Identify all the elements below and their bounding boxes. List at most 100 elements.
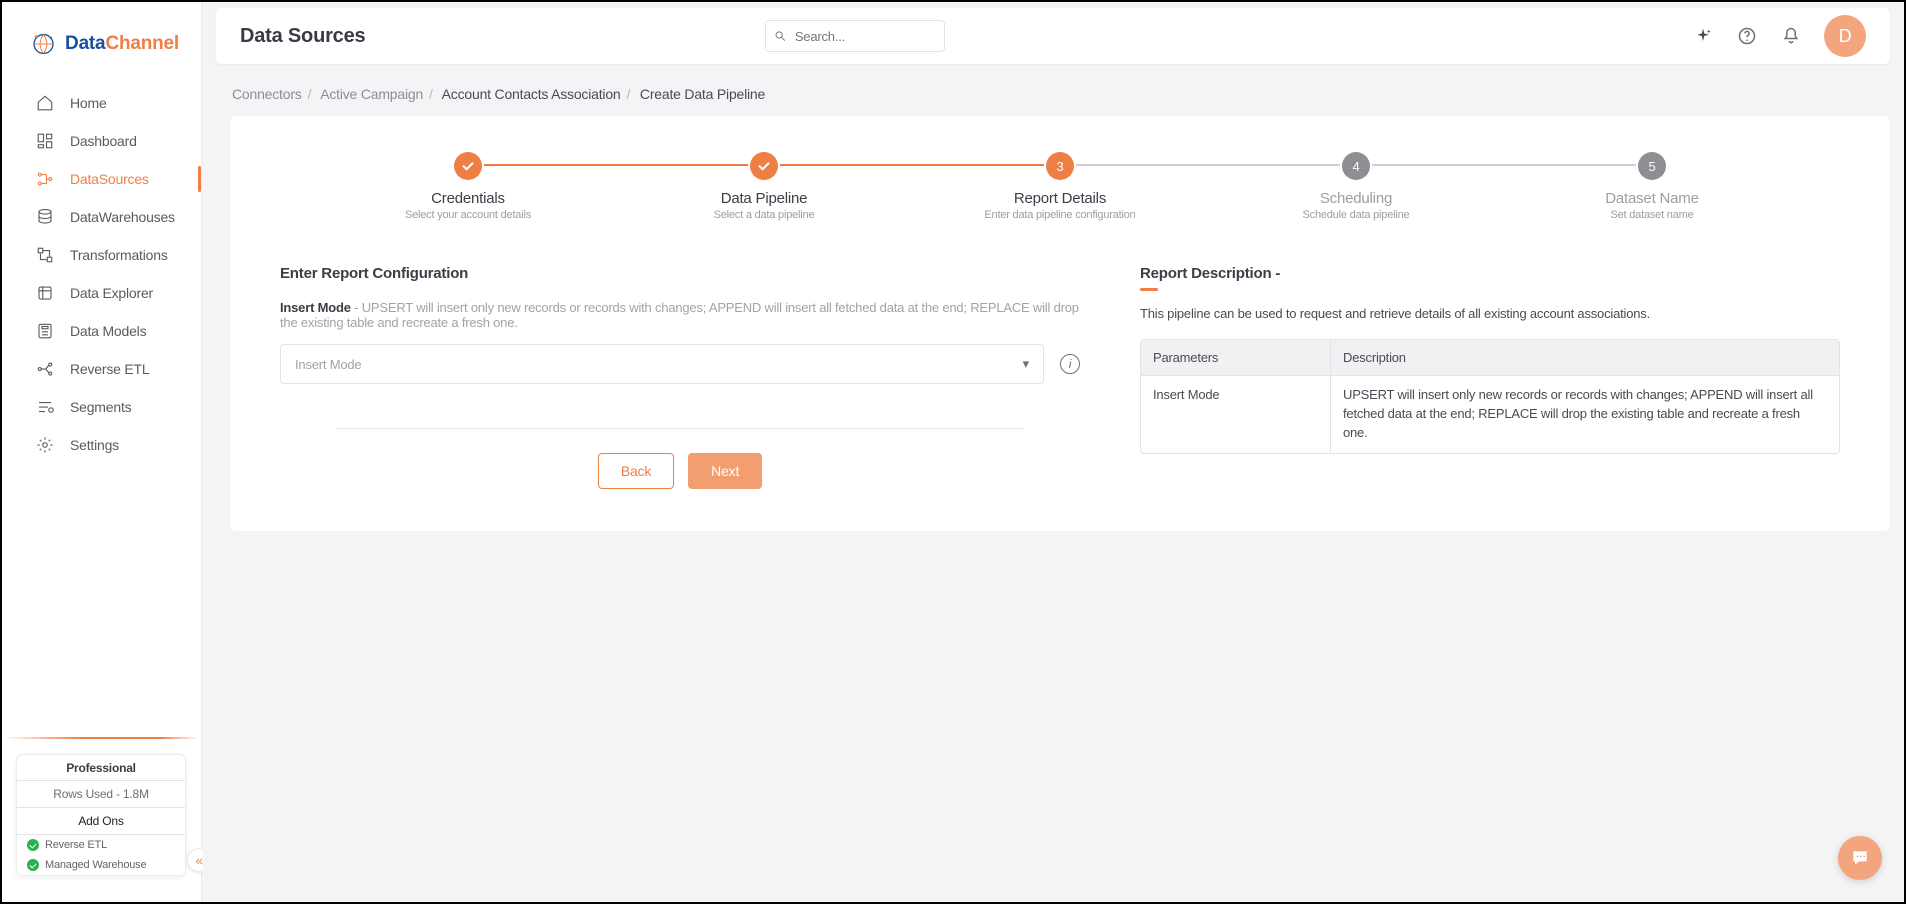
sidebar-item-datawarehouses[interactable]: DataWarehouses — [2, 198, 201, 236]
sidebar-nav: Home Dashboard DataSources DataWarehouse… — [2, 78, 201, 470]
plan-title: Professional — [17, 755, 185, 781]
breadcrumb: Connectors/ Active Campaign/ Account Con… — [202, 64, 1904, 116]
step-bubble: 3 — [1046, 152, 1074, 180]
datasources-icon — [36, 170, 54, 188]
plan-card: Professional Rows Used - 1.8M Add Ons Re… — [16, 754, 186, 876]
step-title: Credentials — [320, 190, 616, 207]
gear-icon — [36, 436, 54, 454]
bell-icon[interactable] — [1780, 25, 1802, 47]
avatar[interactable]: D — [1824, 15, 1866, 57]
description-text: This pipeline can be used to request and… — [1140, 305, 1840, 323]
sidebar-item-transformations[interactable]: Transformations — [2, 236, 201, 274]
sidebar-item-dashboard[interactable]: Dashboard — [2, 122, 201, 160]
sidebar-item-home[interactable]: Home — [2, 84, 201, 122]
sidebar-item-label: Settings — [70, 437, 119, 453]
step-dataset-name[interactable]: 5 Dataset Name Set dataset name — [1504, 152, 1800, 221]
content-card: Credentials Select your account details … — [230, 116, 1890, 531]
chat-icon — [1850, 848, 1870, 868]
step-scheduling[interactable]: 4 Scheduling Schedule data pipeline — [1208, 152, 1504, 221]
help-icon[interactable] — [1736, 25, 1758, 47]
field-label-name: Insert Mode — [280, 300, 351, 315]
check-icon — [27, 859, 39, 871]
content-columns: Enter Report Configuration Insert Mode -… — [280, 265, 1840, 489]
brand-text: DataChannel — [65, 33, 179, 55]
crumb[interactable]: Connectors — [232, 86, 302, 102]
insert-mode-select[interactable]: Insert Mode ▾ — [280, 344, 1044, 384]
crumb[interactable]: Account Contacts Association — [442, 86, 621, 102]
topbar: Data Sources D — [216, 8, 1890, 64]
step-sub: Schedule data pipeline — [1208, 209, 1504, 221]
step-title: Scheduling — [1208, 190, 1504, 207]
main-area: Data Sources D Connectors/ Active Campai… — [202, 2, 1904, 902]
plan-addons-label[interactable]: Add Ons — [17, 808, 185, 835]
sidebar-item-datasources[interactable]: DataSources — [2, 160, 201, 198]
sidebar-item-label: Segments — [70, 399, 131, 415]
step-data-pipeline[interactable]: Data Pipeline Select a data pipeline — [616, 152, 912, 221]
brand-logo[interactable]: DataChannel — [2, 2, 201, 78]
sidebar-item-label: Data Explorer — [70, 285, 153, 301]
plan-rows-used[interactable]: Rows Used - 1.8M — [17, 781, 185, 808]
stepper: Credentials Select your account details … — [320, 152, 1800, 221]
select-placeholder: Insert Mode — [295, 357, 361, 372]
transformations-icon — [36, 246, 54, 264]
step-sub: Select your account details — [320, 209, 616, 221]
table-header-row: Parameters Description — [1141, 340, 1839, 376]
sidebar-item-reverseetl[interactable]: Reverse ETL — [2, 350, 201, 388]
ai-sparkle-icon[interactable] — [1692, 25, 1714, 47]
step-sub: Enter data pipeline configuration — [912, 209, 1208, 221]
step-report-details[interactable]: 3 Report Details Enter data pipeline con… — [912, 152, 1208, 221]
field-label-hint: - UPSERT will insert only new records or… — [280, 300, 1079, 330]
topbar-icons: D — [1692, 15, 1866, 57]
select-row: Insert Mode ▾ i — [280, 344, 1080, 384]
table-cell: Insert Mode — [1141, 376, 1331, 453]
globe-icon — [30, 30, 57, 58]
sidebar-item-label: DataWarehouses — [70, 209, 175, 225]
search-box[interactable] — [765, 20, 945, 52]
table-cell: UPSERT will insert only new records or r… — [1331, 376, 1839, 453]
crumb-current: Create Data Pipeline — [640, 86, 765, 102]
step-title: Data Pipeline — [616, 190, 912, 207]
next-button[interactable]: Next — [688, 453, 762, 489]
warehouse-icon — [36, 208, 54, 226]
step-bubble: 4 — [1342, 152, 1370, 180]
sidebar-item-label: Data Models — [70, 323, 146, 339]
step-credentials[interactable]: Credentials Select your account details — [320, 152, 616, 221]
step-title: Dataset Name — [1504, 190, 1800, 207]
parameters-table: Parameters Description Insert Mode UPSER… — [1140, 339, 1840, 454]
description-heading: Report Description - — [1140, 265, 1840, 282]
sidebar-item-segments[interactable]: Segments — [2, 388, 201, 426]
sidebar-item-settings[interactable]: Settings — [2, 426, 201, 464]
sidebar-item-dataexplorer[interactable]: Data Explorer — [2, 274, 201, 312]
sidebar-item-label: Home — [70, 95, 107, 111]
crumb[interactable]: Active Campaign — [320, 86, 423, 102]
step-sub: Set dataset name — [1504, 209, 1800, 221]
step-title: Report Details — [912, 190, 1208, 207]
explorer-icon — [36, 284, 54, 302]
chevron-down-icon: ▾ — [1023, 356, 1029, 372]
table-header: Description — [1331, 340, 1839, 376]
check-icon — [27, 839, 39, 851]
plan-addon: Managed Warehouse — [17, 855, 185, 875]
back-button[interactable]: Back — [598, 453, 674, 489]
sidebar-item-label: DataSources — [70, 171, 149, 187]
info-icon[interactable]: i — [1060, 354, 1080, 374]
home-icon — [36, 94, 54, 112]
insert-mode-label: Insert Mode - UPSERT will insert only ne… — [280, 300, 1080, 330]
form-panel: Enter Report Configuration Insert Mode -… — [280, 265, 1080, 489]
search-input[interactable] — [793, 28, 937, 45]
addon-label: Reverse ETL — [45, 839, 107, 851]
models-icon — [36, 322, 54, 340]
dashboard-icon — [36, 132, 54, 150]
button-row: Back Next — [280, 453, 1080, 489]
accent-bar — [1140, 288, 1158, 291]
segments-icon — [36, 398, 54, 416]
sidebar-item-label: Reverse ETL — [70, 361, 150, 377]
sidebar-item-datamodels[interactable]: Data Models — [2, 312, 201, 350]
sidebar-item-label: Dashboard — [70, 133, 137, 149]
sidebar: DataChannel Home Dashboard DataSources D… — [2, 2, 202, 902]
plan-addon: Reverse ETL — [17, 835, 185, 855]
search-icon — [774, 29, 786, 43]
table-header: Parameters — [1141, 340, 1331, 376]
divider — [336, 428, 1024, 429]
chat-button[interactable] — [1838, 836, 1882, 880]
